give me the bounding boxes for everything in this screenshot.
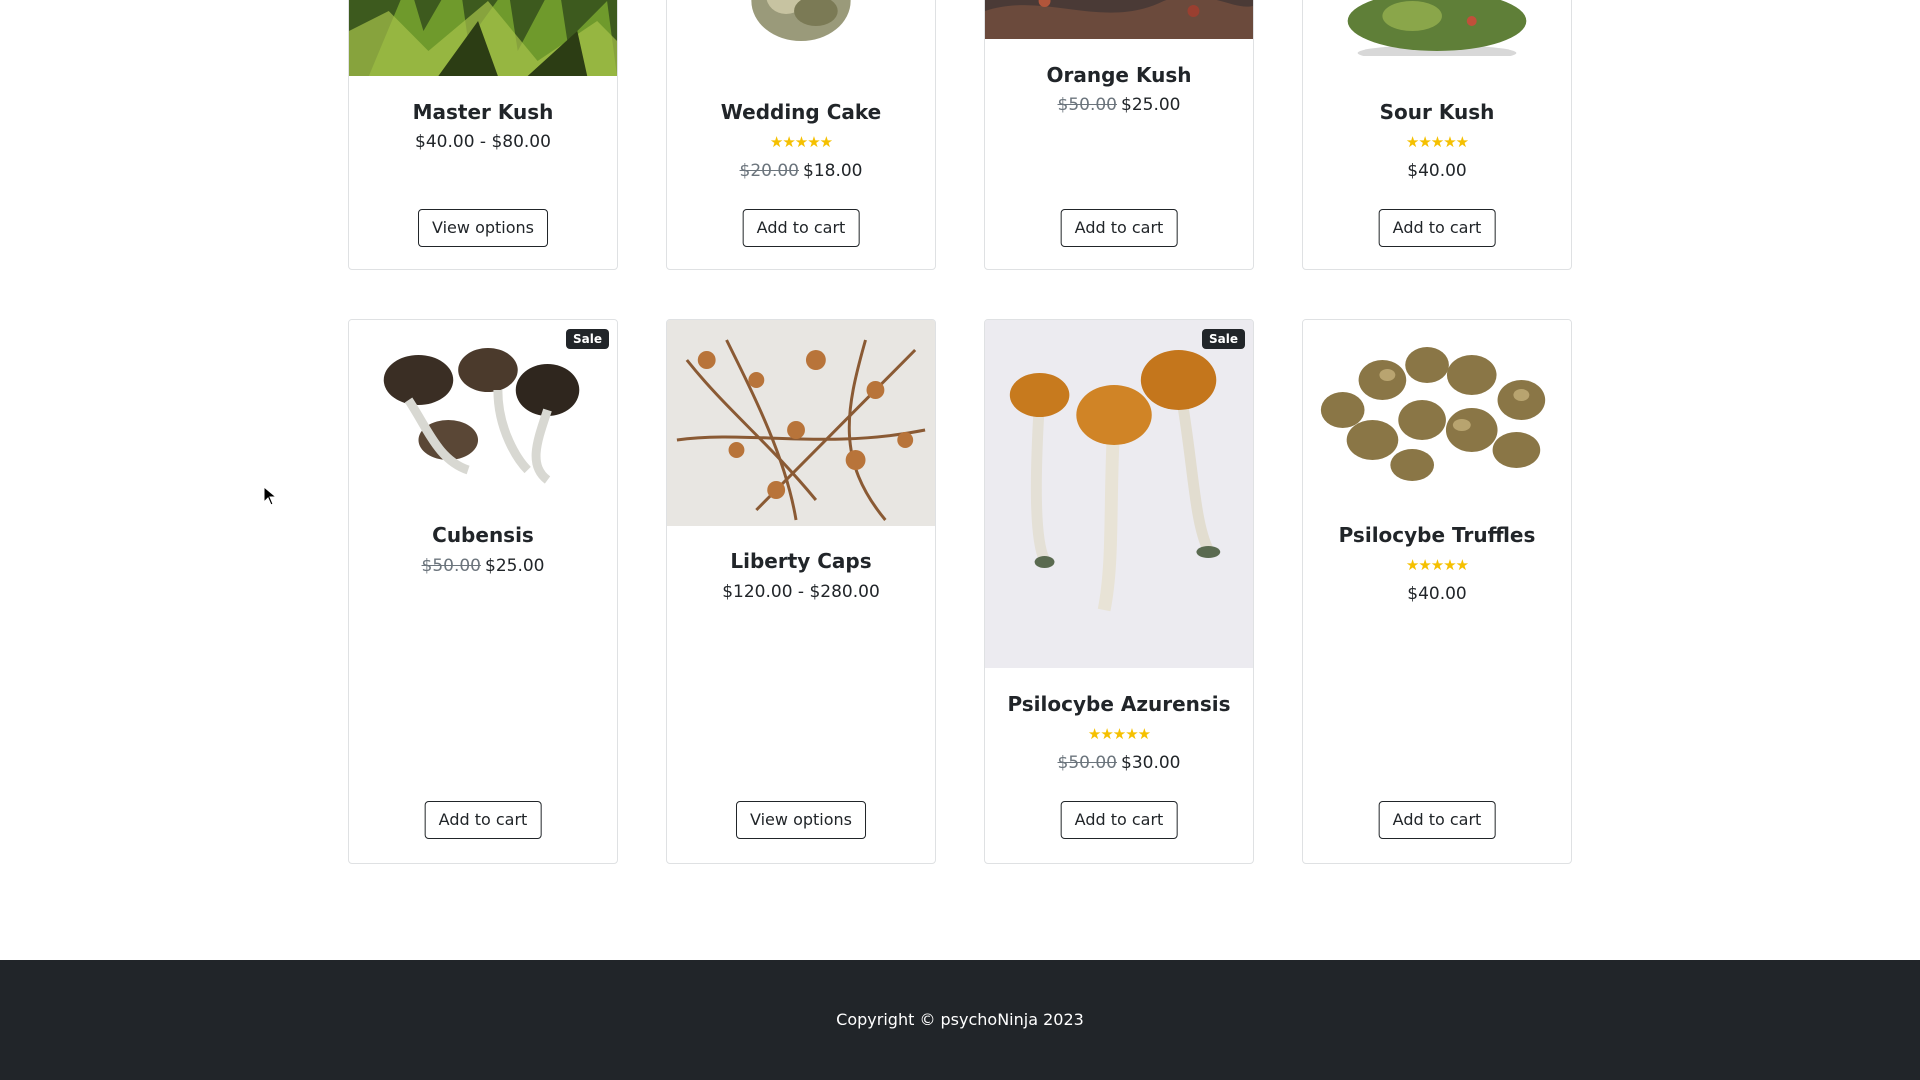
product-card-cubensis[interactable]: Sale Cubensis $50.00 $25.00 Add to cart xyxy=(348,319,618,864)
add-to-cart-button[interactable]: Add to cart xyxy=(1060,209,1178,247)
sale-badge: Sale xyxy=(1202,329,1245,349)
product-image[interactable] xyxy=(667,0,935,46)
product-title[interactable]: Sour Kush xyxy=(1303,100,1571,124)
old-price: $50.00 xyxy=(421,556,481,576)
product-title[interactable]: Master Kush xyxy=(349,100,617,124)
rating-stars: ★★★★★ xyxy=(769,133,833,151)
product-price: $50.00 $25.00 xyxy=(985,94,1253,116)
add-to-cart-button[interactable]: Add to cart xyxy=(742,209,860,247)
product-image[interactable] xyxy=(1303,0,1571,56)
add-to-cart-button[interactable]: Add to cart xyxy=(1060,801,1178,839)
product-image[interactable] xyxy=(349,0,617,76)
add-to-cart-button[interactable]: Add to cart xyxy=(1378,209,1496,247)
product-title[interactable]: Wedding Cake xyxy=(667,100,935,124)
mouse-cursor-icon xyxy=(263,486,277,506)
product-price: $20.00 $18.00 xyxy=(667,160,935,182)
product-image[interactable] xyxy=(1303,320,1571,498)
product-title[interactable]: Orange Kush xyxy=(985,63,1253,87)
product-card-orange-kush[interactable]: Orange Kush $50.00 $25.00 Add to cart xyxy=(984,0,1254,270)
product-card-liberty-caps[interactable]: Liberty Caps $120.00 - $280.00 View opti… xyxy=(666,319,936,864)
product-price: $40.00 xyxy=(1407,584,1467,604)
product-price: $40.00 xyxy=(1407,161,1467,181)
rating-stars: ★★★★★ xyxy=(1405,133,1469,151)
sale-price: $25.00 xyxy=(1121,95,1181,115)
product-card-psilocybe-azurensis[interactable]: Sale Psilocybe Azurensis ★★★★★ $50.00 $30… xyxy=(984,319,1254,864)
old-price: $50.00 xyxy=(1057,753,1117,773)
product-price: $40.00 - $80.00 xyxy=(415,132,551,152)
rating-stars: ★★★★★ xyxy=(1405,556,1469,574)
product-card-psilocybe-truffles[interactable]: Psilocybe Truffles ★★★★★ $40.00 Add to c… xyxy=(1302,319,1572,864)
product-price: $50.00 $30.00 xyxy=(985,752,1253,774)
product-title[interactable]: Psilocybe Truffles xyxy=(1303,523,1571,547)
product-image[interactable] xyxy=(985,0,1253,39)
product-price: $50.00 $25.00 xyxy=(349,555,617,577)
product-price: $120.00 - $280.00 xyxy=(722,582,880,602)
product-image[interactable] xyxy=(667,320,935,526)
site-footer: Copyright © psychoNinja 2023 xyxy=(0,960,1920,1080)
product-card-wedding-cake[interactable]: Wedding Cake ★★★★★ $20.00 $18.00 Add to c… xyxy=(666,0,936,270)
sale-price: $30.00 xyxy=(1121,753,1181,773)
view-options-button[interactable]: View options xyxy=(418,209,548,247)
sale-badge: Sale xyxy=(566,329,609,349)
old-price: $50.00 xyxy=(1057,95,1117,115)
view-options-button[interactable]: View options xyxy=(736,801,866,839)
shop-page: Master Kush $40.00 - $80.00 View options… xyxy=(0,0,1920,1080)
product-title[interactable]: Psilocybe Azurensis xyxy=(985,692,1253,716)
rating-stars: ★★★★★ xyxy=(1087,725,1151,743)
copyright-text: Copyright © psychoNinja 2023 xyxy=(836,1010,1084,1029)
sale-price: $25.00 xyxy=(485,556,545,576)
product-card-master-kush[interactable]: Master Kush $40.00 - $80.00 View options xyxy=(348,0,618,270)
product-title[interactable]: Liberty Caps xyxy=(667,549,935,573)
product-image[interactable] xyxy=(985,320,1253,668)
add-to-cart-button[interactable]: Add to cart xyxy=(1378,801,1496,839)
old-price: $20.00 xyxy=(739,161,799,181)
product-title[interactable]: Cubensis xyxy=(349,523,617,547)
add-to-cart-button[interactable]: Add to cart xyxy=(424,801,542,839)
product-card-sour-kush[interactable]: Sour Kush ★★★★★ $40.00 Add to cart xyxy=(1302,0,1572,270)
sale-price: $18.00 xyxy=(803,161,863,181)
